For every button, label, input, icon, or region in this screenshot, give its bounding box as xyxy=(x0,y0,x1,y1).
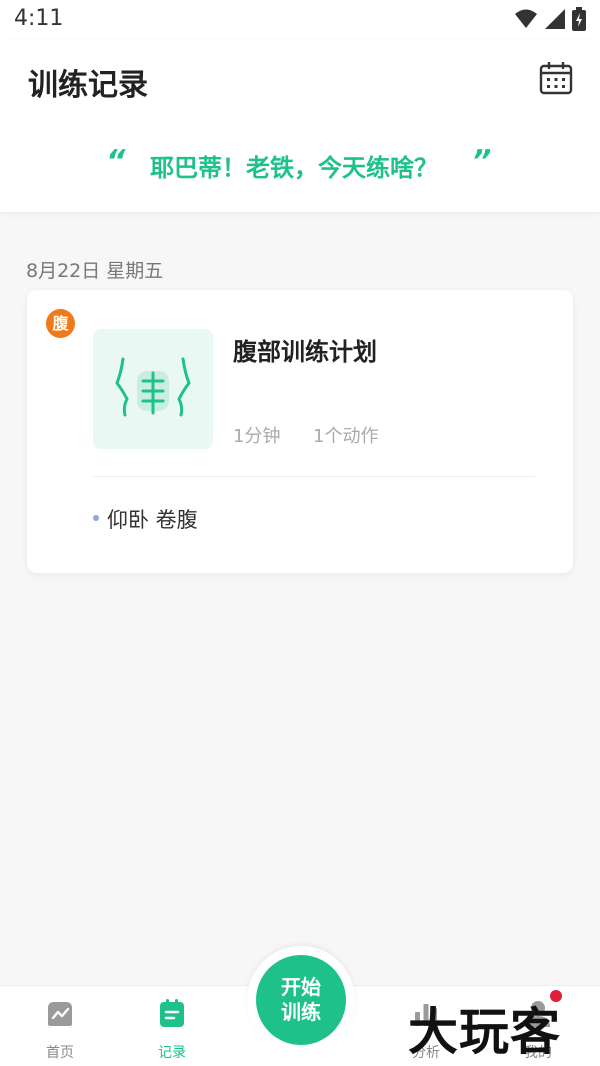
tab-home[interactable]: 首页 xyxy=(20,998,100,1062)
signal-icon xyxy=(545,9,565,29)
page-header: 训练记录 “ 耶巴蒂！老铁，今天练啥？ ” xyxy=(0,40,600,212)
start-line-2: 训练 xyxy=(281,1000,321,1024)
training-record-card[interactable]: 腹 腹部训练计划 1分钟 1个动作 仰卧 卷腹 xyxy=(27,290,573,573)
category-badge: 腹 xyxy=(46,309,75,338)
abs-thumbnail xyxy=(93,329,213,449)
exercise-name: 仰卧 卷腹 xyxy=(107,508,198,532)
tab-records[interactable]: 记录 xyxy=(132,998,212,1062)
record-date: 8月22日 星期五 xyxy=(26,260,164,282)
page-title: 训练记录 xyxy=(28,68,148,103)
quote-close-mark: ” xyxy=(472,144,492,179)
calendar-icon[interactable] xyxy=(538,60,574,96)
status-bar: 4:11 xyxy=(0,0,600,40)
records-icon xyxy=(160,999,184,1027)
tab-home-label: 首页 xyxy=(46,1045,74,1061)
plan-duration: 1分钟 xyxy=(233,426,281,447)
home-chart-icon xyxy=(48,1002,72,1026)
watermark-logo: 大玩客 xyxy=(408,1003,561,1061)
status-time: 4:11 xyxy=(14,6,64,31)
plan-title: 腹部训练计划 xyxy=(233,338,377,366)
start-line-1: 开始 xyxy=(281,975,321,999)
exercise-item: 仰卧 卷腹 xyxy=(93,504,198,534)
bullet-dot xyxy=(93,515,99,521)
motivational-quote: “ 耶巴蒂！老铁，今天练啥？ ” xyxy=(0,144,600,184)
wifi-icon xyxy=(515,9,537,28)
battery-icon xyxy=(572,7,586,31)
plan-action-count: 1个动作 xyxy=(313,426,379,447)
card-divider xyxy=(93,476,535,477)
notification-dot xyxy=(550,990,562,1002)
status-icons xyxy=(514,7,586,31)
start-training-button[interactable]: 开始 训练 xyxy=(256,955,346,1045)
quote-text: 耶巴蒂！老铁，今天练啥？ xyxy=(150,154,438,182)
quote-open-mark: “ xyxy=(106,144,126,179)
tab-records-label: 记录 xyxy=(158,1045,186,1061)
abs-illustration-icon xyxy=(115,357,191,417)
